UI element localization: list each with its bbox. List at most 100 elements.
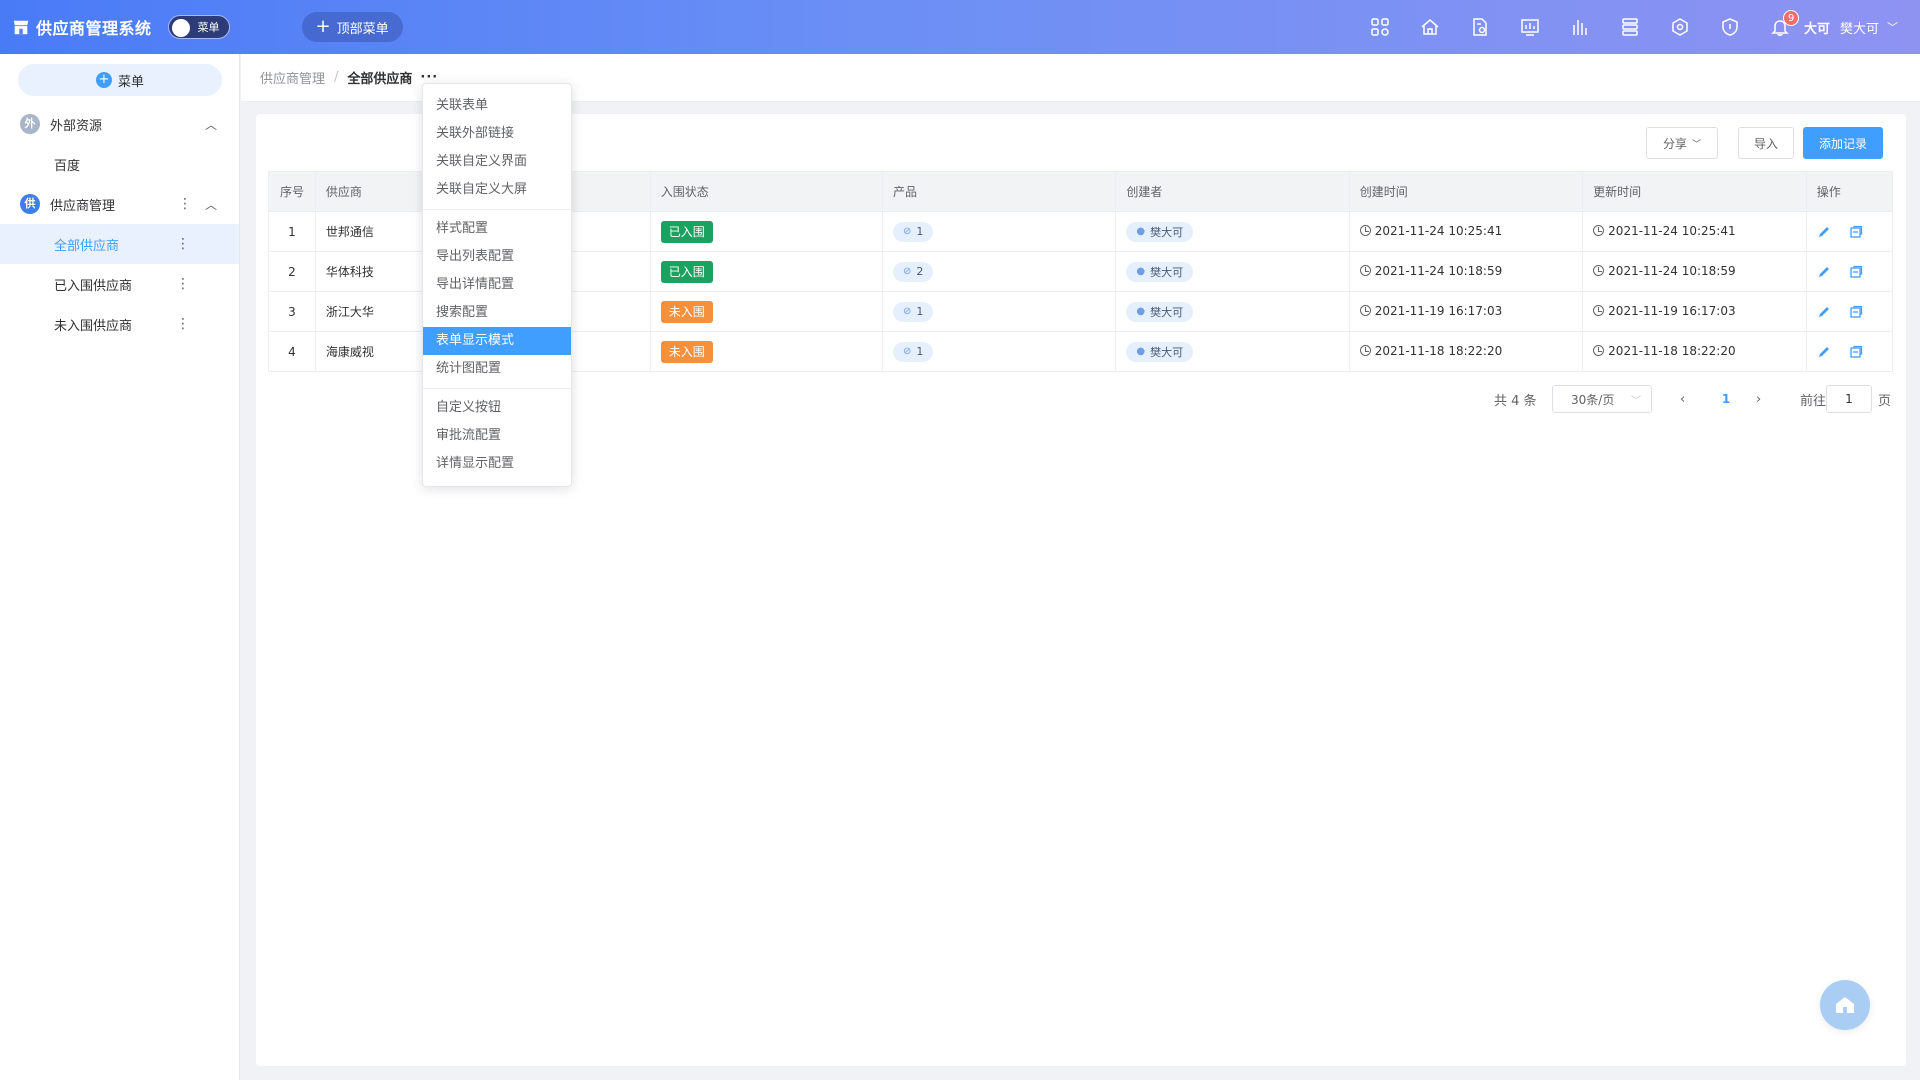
more-vertical-icon[interactable]: ⋮ [176, 236, 190, 252]
add-record-button[interactable]: 添加记录 [1803, 127, 1883, 159]
updated-cell: 2021-11-18 18:22:20 [1582, 331, 1807, 372]
actions-cell [1805, 251, 1894, 292]
sidebar-group-supplier[interactable]: 供 供应商管理 ⋮ ︿ [0, 184, 239, 224]
user-icon: ● [1136, 346, 1146, 357]
creator-cell: ● 樊大可 [1115, 251, 1350, 292]
floating-home-button[interactable] [1820, 980, 1870, 1030]
creator-name: 樊大可 [1150, 305, 1184, 319]
created-time: 2021-11-24 10:18:59 [1374, 263, 1503, 278]
dropdown-menu-item[interactable]: 搜索配置 [423, 299, 571, 327]
product-link[interactable]: ⊘ 2 [893, 261, 934, 282]
dropdown-menu-item[interactable]: 详情显示配置 [423, 450, 571, 478]
column-header[interactable]: 入围状态 [649, 171, 884, 212]
next-page-icon[interactable]: › [1756, 392, 1761, 407]
edit-icon[interactable] [1817, 345, 1831, 359]
share-button[interactable]: 分享 ﹀ [1646, 127, 1718, 159]
chevron-down-icon: ﹀ [1631, 395, 1641, 407]
clock-icon [1359, 265, 1371, 277]
edit-icon[interactable] [1817, 265, 1831, 279]
goto-label: 前往 [1800, 393, 1827, 409]
product-count: 1 [916, 345, 924, 358]
column-header[interactable]: 创建者 [1115, 171, 1350, 212]
product-link[interactable]: ⊘ 1 [893, 301, 934, 322]
flow-icon[interactable] [1605, 0, 1655, 54]
dropdown-menu-item[interactable]: 关联表单 [423, 92, 571, 120]
breadcrumb-parent[interactable]: 供应商管理 [260, 68, 325, 87]
dropdown-menu-item[interactable]: 关联自定义界面 [423, 148, 571, 176]
sidebar-item-baidu[interactable]: 百度 [0, 144, 239, 184]
dropdown-menu-item[interactable]: 自定义按钮 [423, 394, 571, 422]
dropdown-menu-item[interactable]: 关联自定义大屏 [423, 176, 571, 204]
current-page[interactable]: 1 [1716, 392, 1736, 406]
creator-tag: ● 樊大可 [1126, 341, 1194, 362]
link-icon: ⊘ [903, 306, 912, 317]
product-link[interactable]: ⊘ 1 [893, 221, 934, 242]
pagination-total: 共 4 条 [1494, 393, 1537, 409]
created-time: 2021-11-18 18:22:20 [1374, 343, 1503, 358]
network-icon[interactable] [1655, 0, 1705, 54]
dropdown-menu-item[interactable]: 导出详情配置 [423, 271, 571, 299]
detail-icon[interactable] [1849, 225, 1863, 239]
bell-icon[interactable]: 9 [1755, 0, 1805, 54]
supplier-name: 海康威视 [314, 331, 433, 372]
detail-icon[interactable] [1849, 305, 1863, 319]
dropdown-menu-item[interactable]: 导出列表配置 [423, 243, 571, 271]
page-size-select[interactable]: 30条/页 ﹀ [1552, 385, 1652, 413]
shield-icon[interactable] [1705, 0, 1755, 54]
prev-page-icon[interactable]: ‹ [1680, 392, 1685, 407]
clock-icon [1593, 345, 1605, 357]
dropdown-menu-item[interactable]: 表单显示模式 [423, 327, 571, 355]
app-logo[interactable]: 供应商管理系统 [12, 15, 152, 39]
link-icon: ⊘ [903, 346, 912, 357]
chevron-up-icon[interactable]: ︿ [205, 196, 217, 213]
creator-cell: ● 樊大可 [1115, 331, 1350, 372]
dropdown-menu-item[interactable]: 审批流配置 [423, 422, 571, 450]
sidebar-item-excluded-suppliers[interactable]: 未入围供应商 ⋮ [0, 304, 239, 344]
updated-time: 2021-11-24 10:18:59 [1608, 263, 1736, 278]
app-title: 供应商管理系统 [36, 19, 152, 38]
detail-icon[interactable] [1849, 345, 1863, 359]
dropdown-menu-item[interactable]: 样式配置 [423, 215, 571, 243]
bar-chart-icon[interactable] [1555, 0, 1605, 54]
product-link[interactable]: ⊘ 1 [893, 341, 934, 362]
sidebar-item-label: 百度 [54, 158, 81, 174]
detail-icon[interactable] [1849, 265, 1863, 279]
menu-divider [423, 388, 571, 389]
user-menu[interactable]: 大可 樊大可 ﹀ [1804, 0, 1898, 54]
menu-toggle-switch[interactable]: 菜单 [167, 15, 230, 39]
column-header: 序号 [268, 171, 316, 212]
product-cell: ⊘ 1 [881, 331, 1117, 372]
dropdown-menu-item[interactable]: 关联外部链接 [423, 120, 571, 148]
edit-icon[interactable] [1817, 225, 1831, 239]
more-vertical-icon[interactable]: ⋮ [178, 196, 192, 212]
column-header[interactable]: 创建时间 [1348, 171, 1584, 212]
user-name: 樊大可 [1840, 21, 1880, 37]
more-vertical-icon[interactable]: ⋮ [176, 276, 190, 292]
updated-cell: 2021-11-19 16:17:03 [1582, 291, 1807, 332]
user-icon: ● [1136, 306, 1146, 317]
column-header[interactable]: 更新时间 [1582, 171, 1807, 212]
column-header[interactable]: 供应商 [314, 171, 433, 212]
edit-icon[interactable] [1817, 305, 1831, 319]
supplier-name: 浙江大华 [314, 291, 433, 332]
apps-icon[interactable] [1355, 0, 1405, 54]
clock-icon [1593, 265, 1605, 277]
import-button[interactable]: 导入 [1738, 127, 1794, 159]
sidebar-menu-button[interactable]: + 菜单 [18, 64, 222, 96]
clock-icon [1359, 305, 1371, 317]
dropdown-menu-item[interactable]: 统计图配置 [423, 355, 571, 383]
creator-tag: ● 樊大可 [1126, 221, 1194, 242]
dashboard-icon[interactable] [1505, 0, 1555, 54]
more-vertical-icon[interactable]: ⋮ [176, 316, 190, 332]
column-header[interactable]: 产品 [881, 171, 1117, 212]
status-cell: 已入围 [649, 211, 884, 252]
sidebar-item-all-suppliers[interactable]: 全部供应商 ⋮ [0, 224, 239, 264]
home-icon[interactable] [1405, 0, 1455, 54]
document-settings-icon[interactable] [1455, 0, 1505, 54]
top-menu-button[interactable]: + 顶部菜单 [301, 12, 403, 42]
page-suffix: 页 [1878, 393, 1892, 409]
goto-page-input[interactable]: 1 [1826, 385, 1872, 413]
sidebar-item-included-suppliers[interactable]: 已入围供应商 ⋮ [0, 264, 239, 304]
sidebar-group-external[interactable]: 外 外部资源 ︿ [0, 104, 239, 144]
chevron-up-icon[interactable]: ︿ [205, 116, 217, 133]
